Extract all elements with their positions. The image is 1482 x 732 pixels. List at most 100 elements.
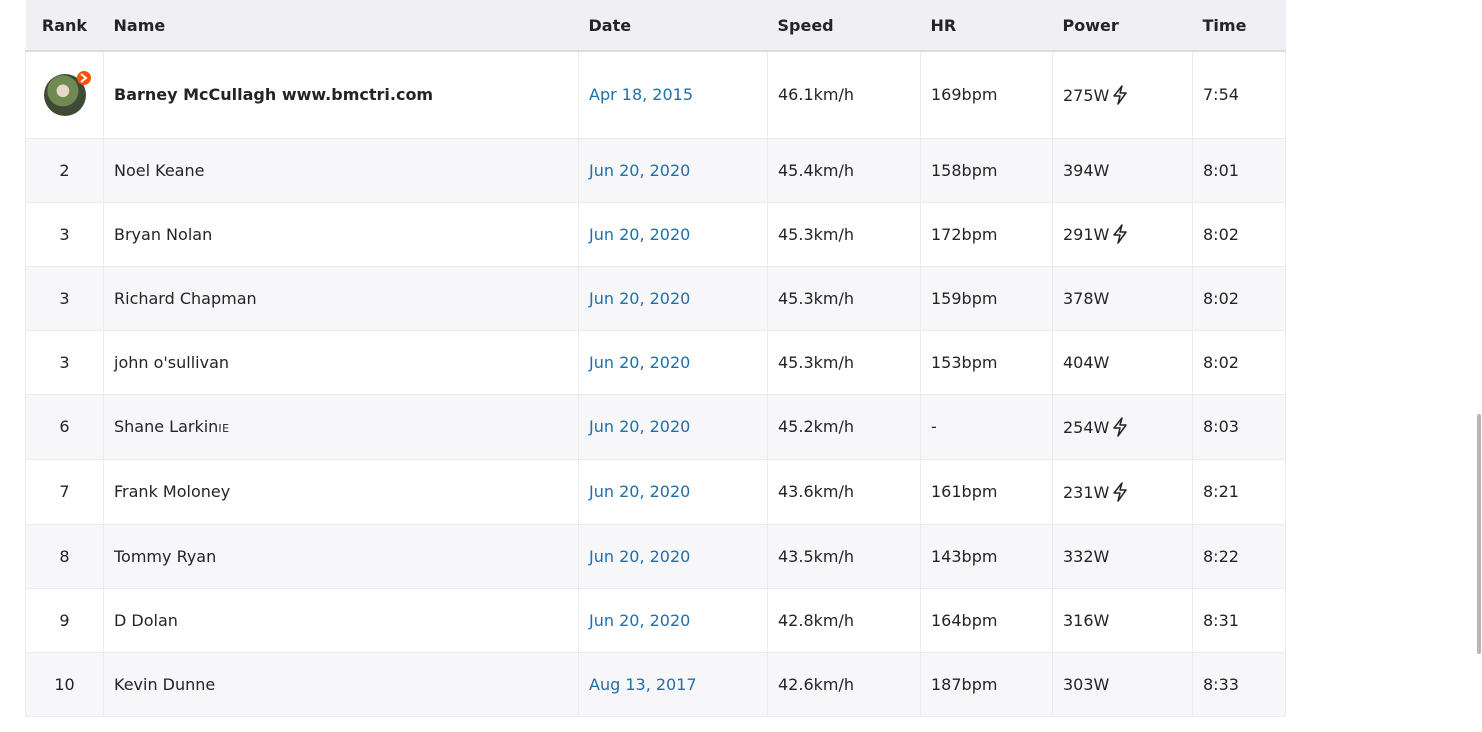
speed-cell: 45.4km/h [767,138,921,203]
table-row[interactable]: 9 D Dolan Jun 20, 2020 42.8km/h 164bpm 316W 8:… [25,588,1286,653]
athlete-name-link[interactable]: Tommy Ryan [114,547,216,566]
power-header: Power [1052,0,1193,52]
power-cell: 316W [1052,588,1193,653]
table-row[interactable]: 3 john o'sullivan Jun 20, 2020 45.3km/h 153b… [25,330,1286,395]
hr-cell: 159bpm [920,266,1053,331]
activity-date-link[interactable]: Jun 20, 2020 [589,611,690,630]
rank-header: Rank [25,0,104,52]
activity-date-link[interactable]: Jun 20, 2020 [589,161,690,180]
table-row[interactable]: Barney McCullagh www.bmctri.com Apr 18, 2… [25,51,1286,139]
athlete-name-link[interactable]: Frank Moloney [114,482,230,501]
hr-cell: - [920,394,1053,460]
table-row[interactable]: 3 Richard Chapman Jun 20, 2020 45.3km/h 159b… [25,266,1286,331]
activity-date-link[interactable]: Jun 20, 2020 [589,417,690,436]
page-scrollbar-thumb[interactable] [1477,414,1481,654]
hr-cell: 158bpm [920,138,1053,203]
segment-leaderboard-table: Rank Name Date Speed HR Power Time Barne… [25,0,1286,717]
rank-cell: 3 [25,202,104,267]
power-cell: 291W [1052,202,1193,267]
date-cell: Apr 18, 2015 [578,51,768,139]
speed-cell: 46.1km/h [767,51,921,139]
activity-date-link[interactable]: Jun 20, 2020 [589,225,690,244]
date-header: Date [578,0,768,52]
hr-cell: 161bpm [920,459,1053,525]
rank-cell: 3 [25,330,104,395]
table-row[interactable]: 2 Noel Keane Jun 20, 2020 45.4km/h 158bpm 394… [25,138,1286,203]
athlete-name-link[interactable]: Barney McCullagh www.bmctri.com [114,85,433,104]
hr-cell: 143bpm [920,524,1053,589]
athlete-name-link[interactable]: Richard Chapman [114,289,257,308]
time-cell: 8:02 [1192,330,1286,395]
name-cell: Tommy Ryan [103,524,579,589]
power-cell: 254W [1052,394,1193,460]
page-scrollbar[interactable] [1474,0,1482,732]
table-row[interactable]: 7 Frank Moloney Jun 20, 2020 43.6km/h 161bpm… [25,459,1286,525]
rank-cell: 7 [25,459,104,525]
activity-date-link[interactable]: Jun 20, 2020 [589,289,690,308]
speed-cell: 42.6km/h [767,652,921,717]
date-cell: Aug 13, 2017 [578,652,768,717]
name-cell: D Dolan [103,588,579,653]
athlete-name-link[interactable]: D Dolan [114,611,178,630]
rank-cell [25,51,104,139]
rank-cell: 6 [25,394,104,460]
power-cell: 303W [1052,652,1193,717]
lightning-bolt-icon [1111,481,1129,502]
date-cell: Jun 20, 2020 [578,588,768,653]
power-value: 254W [1063,417,1110,437]
speed-cell: 42.8km/h [767,588,921,653]
table-row[interactable]: 3 Bryan Nolan Jun 20, 2020 45.3km/h 172bpm 29… [25,202,1286,267]
time-cell: 8:03 [1192,394,1286,460]
power-cell: 404W [1052,330,1193,395]
kom-crown-icon [76,70,91,85]
date-cell: Jun 20, 2020 [578,202,768,267]
rank-cell: 3 [25,266,104,331]
power-cell: 378W [1052,266,1193,331]
speed-header: Speed [767,0,921,52]
athlete-name-link[interactable]: Noel Keane [114,161,204,180]
power-value: 291W [1063,225,1110,244]
name-cell: Frank Moloney [103,459,579,525]
power-value: 378W [1063,288,1110,308]
speed-cell: 43.6km/h [767,459,921,525]
table-row[interactable]: 6 Shane LarkinIE Jun 20, 2020 45.2km/h -254W… [25,394,1286,460]
name-cell: Bryan Nolan [103,202,579,267]
table-row[interactable]: 10 Kevin Dunne Aug 13, 2017 42.6km/h 187bpm 3… [25,652,1286,717]
activity-date-link[interactable]: Apr 18, 2015 [589,85,693,104]
speed-cell: 45.3km/h [767,330,921,395]
name-cell: Shane LarkinIE [103,394,579,460]
speed-cell: 45.2km/h [767,394,921,460]
athlete-name-link[interactable]: john o'sullivan [114,353,229,372]
power-value: 332W [1063,546,1110,566]
athlete-name-link[interactable]: Shane Larkin [114,417,218,436]
date-cell: Jun 20, 2020 [578,266,768,331]
speed-cell: 45.3km/h [767,266,921,331]
time-cell: 8:33 [1192,652,1286,717]
time-cell: 7:54 [1192,51,1286,139]
name-cell: Kevin Dunne [103,652,579,717]
hr-header: HR [920,0,1053,52]
activity-date-link[interactable]: Aug 13, 2017 [589,675,697,694]
power-value: 231W [1063,482,1110,502]
athlete-name-link[interactable]: Bryan Nolan [114,225,212,244]
name-cell: Richard Chapman [103,266,579,331]
rank-cell: 9 [25,588,104,653]
power-value: 404W [1063,352,1110,372]
date-cell: Jun 20, 2020 [578,459,768,525]
time-cell: 8:22 [1192,524,1286,589]
time-cell: 8:02 [1192,266,1286,331]
country-code: IE [218,422,230,435]
rank-cell: 10 [25,652,104,717]
hr-cell: 187bpm [920,652,1053,717]
activity-date-link[interactable]: Jun 20, 2020 [589,482,690,501]
table-row[interactable]: 8 Tommy Ryan Jun 20, 2020 43.5km/h 143bpm 332… [25,524,1286,589]
avatar[interactable] [43,70,91,116]
hr-cell: 172bpm [920,202,1053,267]
lightning-bolt-icon [1111,85,1129,105]
time-cell: 8:21 [1192,459,1286,525]
athlete-name-link[interactable]: Kevin Dunne [114,675,215,694]
activity-date-link[interactable]: Jun 20, 2020 [589,547,690,566]
power-cell: 231W [1052,459,1193,525]
activity-date-link[interactable]: Jun 20, 2020 [589,353,690,372]
name-cell: Noel Keane [103,138,579,203]
